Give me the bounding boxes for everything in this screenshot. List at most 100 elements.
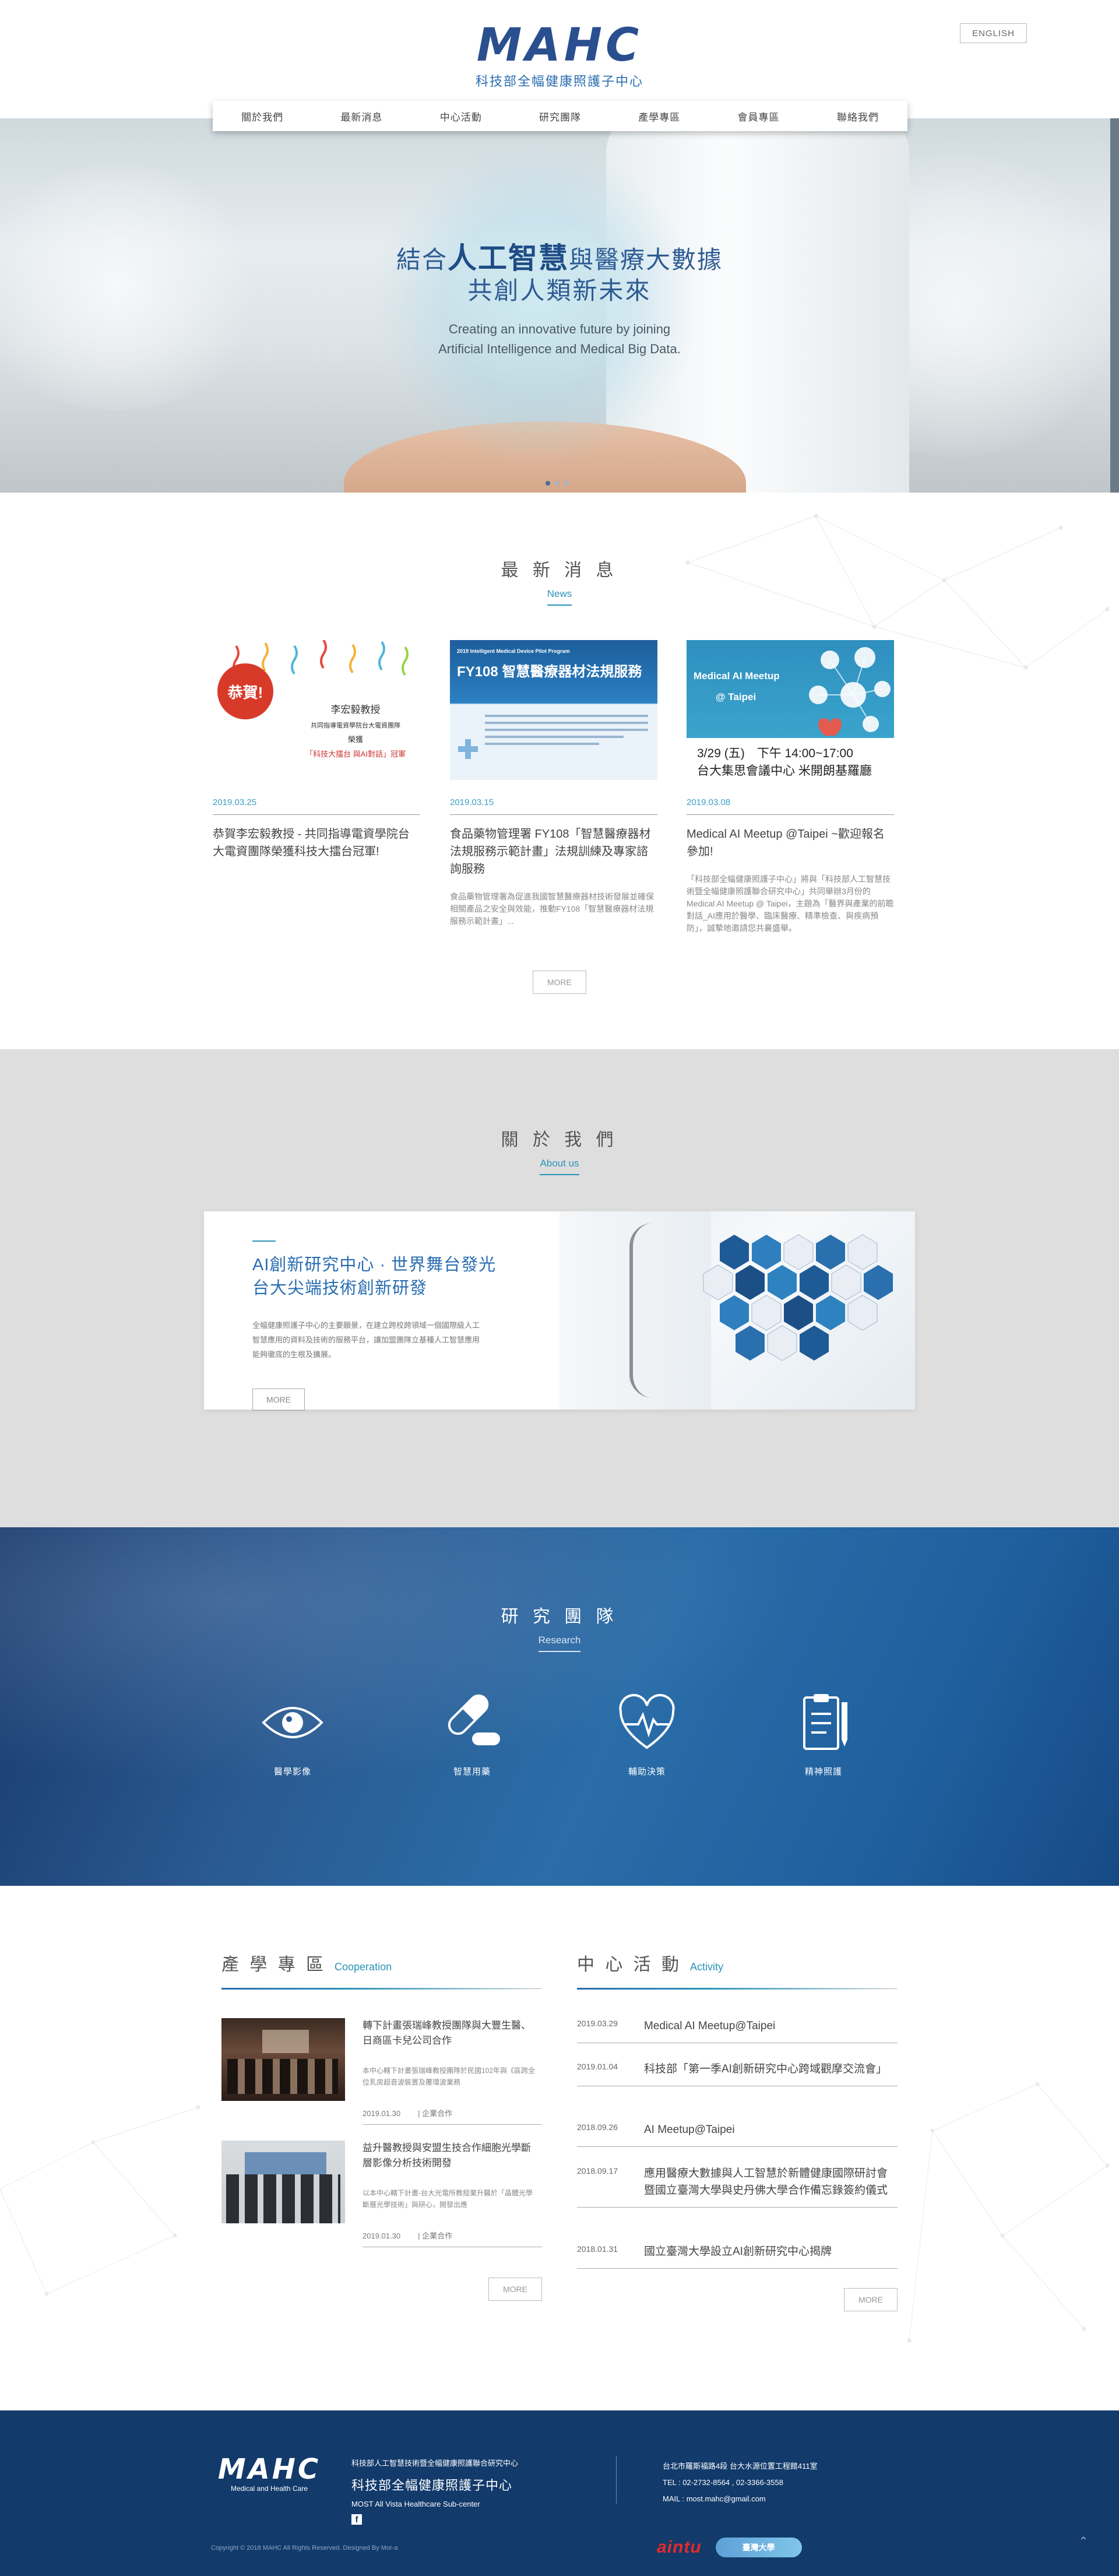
activity-more-button[interactable]: MORE [844,2288,898,2311]
photo-screen-glow [262,2030,309,2053]
activity-title-link[interactable]: 應用醫療大數據與人工智慧於新體健康國際研討會 暨國立臺灣大學與史丹佛大學合作備忘… [644,2165,898,2199]
research-item-imaging[interactable]: 醫學影像 [234,1691,351,1777]
research-item-label: 智慧用藥 [453,1767,491,1777]
slide-dot[interactable] [564,481,569,486]
footer-mail[interactable]: MAIL : most.mahc@gmail.com [663,2491,818,2507]
cooperation-item-meta: 2019.01.30 | 企業合作 [363,2107,542,2125]
about-heading: 關 於 我 們 About us [0,1125,1119,1175]
nav-item-members[interactable]: 會員專區 [709,101,808,131]
activity-title-link[interactable]: 國立臺灣大學設立AI創新研究中心揭牌 [644,2243,898,2260]
cooperation-item-excerpt: 本中心轄下計畫張瑞峰教授團隊於民國102年與《區跨全位乳房超音波裝置及覆環波業務 [363,2067,536,2086]
slide-dot[interactable] [546,481,550,486]
cooperation-item[interactable]: 益升醫教授與安盟生技合作細胞光學斷層影像分析技術開發 以本中心轄下計畫-台大光電… [221,2141,542,2263]
language-switch-button[interactable]: ENGLISH [960,23,1027,43]
nav-item-activity[interactable]: 中心活動 [411,101,511,131]
heading-accent-bar [577,1988,898,1990]
meetup-image-venue: 台大集思會議中心 米開朗基羅廳 [697,764,872,778]
hero-tagline-line: Creating an innovative future by joining [448,322,671,336]
footer-logo[interactable]: MAHC Medical and Health Care [211,2455,328,2493]
news-date: 2019.03.08 [687,797,731,807]
news-title-link[interactable]: 食品藥物管理署 FY108「智慧醫療器材法規服務示範計畫」法規訓練及專家諮詢服務 [450,825,657,878]
about-headline-line: AI創新研究中心 · 世界舞台發光 [252,1256,497,1274]
cooperation-photo-group[interactable] [221,2141,345,2223]
cooperation-item-title[interactable]: 益升醫教授與安盟生技合作細胞光學斷層影像分析技術開發 [363,2141,537,2171]
about-headline-line: 台大尖端技術創新研發 [252,1279,428,1298]
hero-headline-2: 共創人類新未來 [467,277,652,304]
footer-org-name: 科技部全幅健康照護子中心 [351,2478,513,2493]
nav-item-research[interactable]: 研究團隊 [511,101,610,131]
activity-item[interactable]: 2018.09.17 應用醫療大數據與人工智慧於新體健康國際研討會 暨國立臺灣大… [577,2165,898,2208]
activity-date: 2018.09.26 [577,2122,618,2132]
news-divider [213,814,420,815]
site-logo[interactable]: MAHC 科技部全幅健康照護子中心 [449,22,670,92]
about-title: 關 於 我 們 [501,1130,618,1150]
news-more-button[interactable]: MORE [533,971,586,994]
main-nav: 關於我們 最新消息 中心活動 研究團隊 產學專區 會員專區 聯絡我們 [213,101,907,131]
research-item-label: 醫學影像 [273,1767,311,1777]
cooperation-photo-meeting[interactable] [221,2018,345,2101]
hero-slide-dots [546,481,569,486]
cooperation-item-category: | 企業合作 [418,2109,453,2118]
partner-logo-aintu[interactable]: aintu [657,2538,702,2557]
fda-program-title: FY108 智慧醫療器材法規服務 [457,664,642,680]
activity-item[interactable]: 2018.09.26 AI Meetup@Taipei [577,2121,898,2147]
news-card[interactable]: Medical AI Meetup @ Taipei 3/29 (五) 下午 1… [687,640,894,934]
news-image-fda[interactable]: 2019 Intelligent Medical Device Pilot Pr… [450,640,657,780]
footer-tel: TEL : 02-2732-8564 , 02-3366-3558 [663,2478,783,2487]
news-title-link[interactable]: Medical AI Meetup @Taipei ~歡迎報名參加! [687,825,894,860]
activity-title-link[interactable]: Medical AI Meetup@Taipei [644,2018,898,2034]
activity-title: 中 心 活 動 [577,1955,682,1974]
footer-logo-mark: MAHC [217,2453,321,2486]
research-item-label: 輔助決策 [628,1767,666,1777]
news-excerpt: 食品藥物管理署為促進我國智慧醫療器材技術發展並確保相關產品之安全與效能，推動FY… [450,892,654,926]
news-divider [450,814,657,815]
hero-headline-emphasis: 人工智慧 [448,242,569,275]
research-item-label: 精神照護 [804,1767,842,1777]
activity-date: 2019.01.04 [577,2062,618,2071]
eye-icon [261,1691,325,1755]
research-item-decision[interactable]: 輔助決策 [589,1691,705,1777]
facebook-icon[interactable]: f [351,2514,362,2525]
hero-tagline-line: Artificial Intelligence and Medical Big … [438,342,681,356]
slide-dot[interactable] [555,481,560,486]
news-image-meetup[interactable]: Medical AI Meetup @ Taipei 3/29 (五) 下午 1… [687,640,894,780]
news-section: 最 新 消 息 News 恭賀! 李宏毅教授 共同指導電資學院台大電資團隊 榮獲… [0,493,1119,1049]
pill-icon [440,1691,504,1755]
footer-org-en: MOST All Vista Healthcare Sub-center [351,2500,480,2508]
meetup-image-time: 3/29 (五) 下午 14:00~17:00 [697,747,853,760]
news-excerpt: 「科技部全幅健康照護子中心」將與「科技部人工智慧技術暨全幅健康照護聯合研究中心」… [687,874,894,933]
nav-item-cooperation[interactable]: 產學專區 [610,101,709,131]
news-title-link[interactable]: 恭賀李宏毅教授 - 共同指導電資學院台大電資團隊榮獲科技大擂台冠軍! [213,825,420,860]
news-heading: 最 新 消 息 News [0,556,1119,606]
news-card[interactable]: 恭賀! 李宏毅教授 共同指導電資學院台大電資團隊 榮獲 「科技大擂台 與AI對話… [213,640,420,860]
cooperation-item-category: | 企業合作 [418,2231,453,2240]
nav-item-about[interactable]: 關於我們 [213,101,312,131]
activity-item[interactable]: 2018.01.31 國立臺灣大學設立AI創新研究中心揭牌 [577,2243,898,2269]
news-image-congrats[interactable]: 恭賀! 李宏毅教授 共同指導電資學院台大電資團隊 榮獲 「科技大擂台 與AI對話… [213,640,420,780]
research-item-medication[interactable]: 智慧用藥 [414,1691,530,1777]
hero-tagline: Creating an innovative future by joining… [0,319,1119,359]
activity-item[interactable]: 2019.03.29 Medical AI Meetup@Taipei [577,2018,898,2043]
cooperation-item[interactable]: 轉下計畫張瑞峰教授團隊與大豐生醫、日商區卡兒公司合作 本中心轄下計畫張瑞峰教授團… [221,2018,542,2141]
partner-logo-ntu[interactable]: 臺灣大學 [715,2538,802,2557]
nav-item-news[interactable]: 最新消息 [312,101,411,131]
research-background [0,1527,1119,1886]
footer-org-line: 科技部人工智慧技術暨全幅健康照護聯合研究中心 [351,2459,519,2468]
activity-title-link[interactable]: 科技部「第一季AI創新研究中心跨域觀摩交流會」 [644,2061,898,2078]
activity-item[interactable]: 2019.01.04 科技部「第一季AI創新研究中心跨域觀摩交流會」 [577,2061,898,2086]
research-item-mental-care[interactable]: 精神照護 [765,1691,882,1777]
nav-item-contact[interactable]: 聯絡我們 [808,101,907,131]
congrats-name: 李宏毅教授 [330,704,381,715]
cooperation-more-button[interactable]: MORE [488,2278,542,2301]
medical-icons-graphic [809,647,891,736]
about-more-button[interactable]: MORE [252,1389,305,1411]
cooperation-item-title[interactable]: 轉下計畫張瑞峰教授團隊與大豐生醫、日商區卡兒公司合作 [363,2018,537,2048]
about-image-doctor-hexagons [560,1211,915,1410]
news-date: 2019.03.15 [450,797,494,807]
hero-banner[interactable]: 結合人工智慧與醫療大數據 共創人類新未來 Creating an innovat… [0,118,1119,493]
back-to-top-chevron-up-icon[interactable]: ⌃ [1076,2534,1091,2549]
activity-date: 2018.01.31 [577,2244,618,2254]
footer-divider [616,2456,617,2504]
activity-title-link[interactable]: AI Meetup@Taipei [644,2121,898,2138]
news-card[interactable]: 2019 Intelligent Medical Device Pilot Pr… [450,640,657,927]
